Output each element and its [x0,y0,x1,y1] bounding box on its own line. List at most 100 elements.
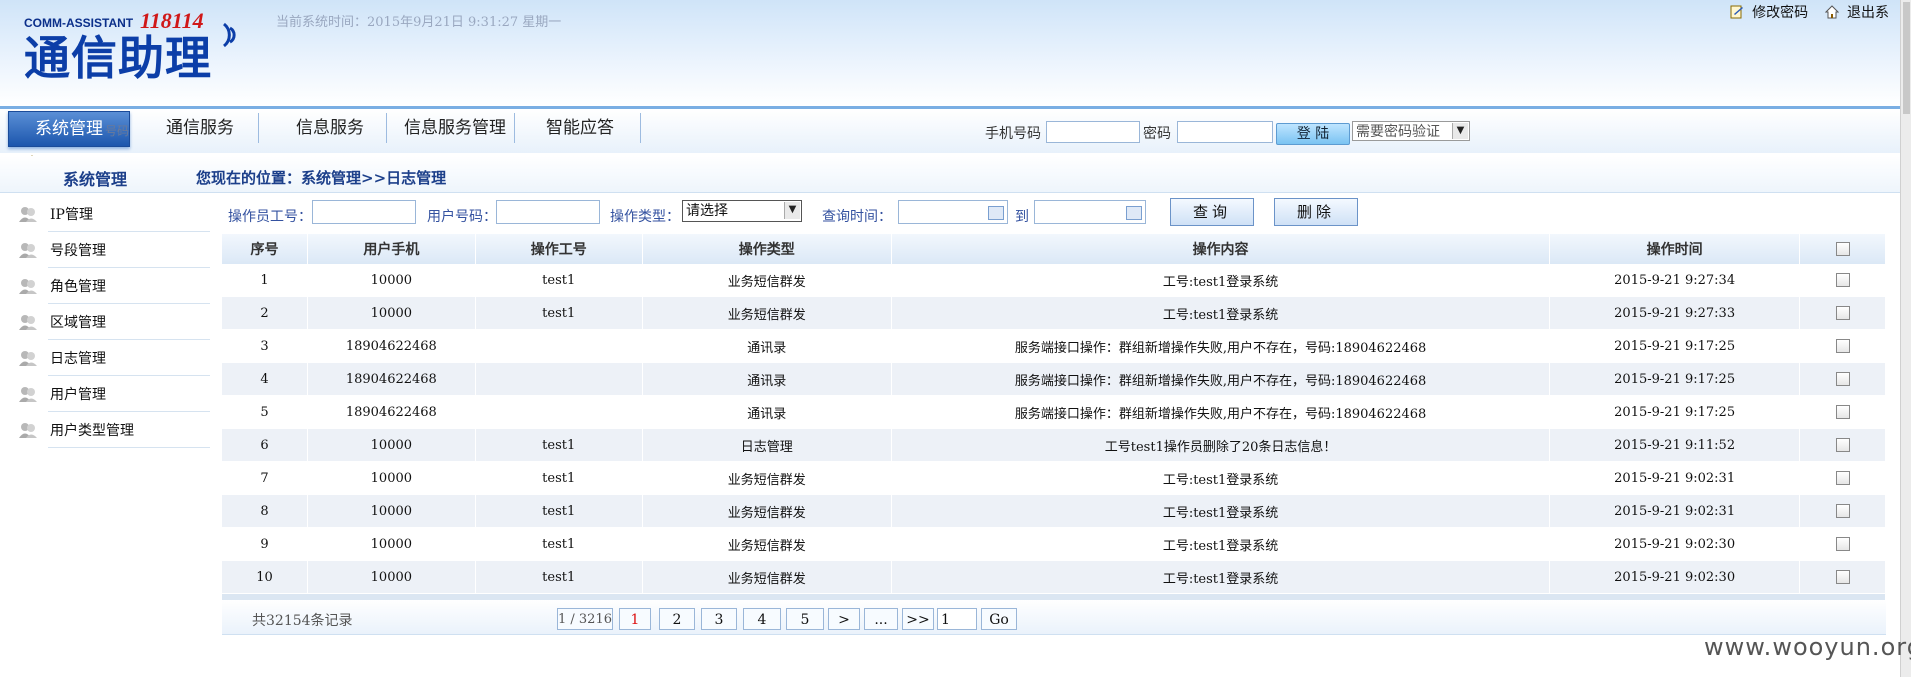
row-checkbox[interactable] [1835,537,1850,551]
op-type-label: 操作类型： [610,209,680,225]
row-checkbox[interactable] [1835,504,1850,518]
page-number-input[interactable]: 1 [937,608,977,630]
table-cell: 10000 [307,428,476,462]
table-cell: 2015-9-21 9:02:31 [1549,461,1801,495]
table-cell: 工号:test1登录系统 [891,264,1551,297]
row-checkbox[interactable] [1835,471,1850,485]
page-1-button[interactable]: 1 [619,608,651,630]
page-4-button[interactable]: 4 [743,608,781,630]
tab-info-service[interactable]: 信息服务 [280,111,380,145]
last-page-button[interactable]: >> [902,608,934,630]
section-title: 系统管理 [63,170,128,189]
op-type-select[interactable]: 请选择 ▼ [682,200,802,222]
calendar-icon[interactable] [1126,206,1142,220]
table-cell: 工号:test1登录系统 [891,527,1551,561]
sidebar-item-label: 日志管理 [50,351,106,367]
table-cell: 10000 [307,527,476,561]
start-date-input[interactable] [898,200,1008,224]
row-checkbox[interactable] [1835,273,1850,287]
op-type-value: 请选择 [686,203,728,219]
row-checkbox[interactable] [1835,405,1850,419]
page-info: 1 / 3216 [557,608,613,630]
select-all-checkbox[interactable] [1835,242,1850,256]
page-2-button[interactable]: 2 [659,608,695,630]
vertical-scrollbar[interactable] [1900,0,1911,677]
system-time: 当前系统时间：2015年9月21日 9:31:27 星期一 [276,15,562,30]
page-3-button[interactable]: 3 [701,608,737,630]
table-row: 2 10000 test1 业务短信群发 工号:test1登录系统 2015-9-21 9… [222,296,1886,330]
table-cell: 2015-9-21 9:02:31 [1549,494,1801,528]
scrollbar-thumb[interactable] [1903,2,1910,114]
table-cell: 2015-9-21 9:27:34 [1549,264,1801,297]
table-cell: 1 [222,264,308,297]
query-button[interactable]: 查询 [1170,198,1254,226]
table-cell: test1 [475,264,643,297]
sidebar-item[interactable]: 用户管理 [19,376,210,412]
user-phone-input[interactable] [496,200,600,224]
table-cell: 工号:test1登录系统 [891,494,1551,528]
change-password-link[interactable]: 修改密码 [1730,2,1808,22]
table-cell: 2015-9-21 9:27:33 [1549,296,1801,330]
sidebar-item[interactable]: IP管理 [19,196,210,232]
table-cell: test1 [475,560,643,594]
table-cell: 业务短信群发 [642,560,892,594]
page-5-button[interactable]: 5 [786,608,824,630]
go-button[interactable]: Go [981,608,1017,630]
tab-label: 信息服务 [296,118,364,138]
calendar-icon[interactable] [988,206,1004,220]
tab-smart-reply[interactable]: 智能应答 [530,111,630,145]
row-select-cell [1799,527,1886,561]
logout-link[interactable]: 退出系 [1824,2,1889,22]
row-select-cell [1799,264,1886,297]
verify-select[interactable]: 需要密码验证 ▼ [1352,121,1470,141]
row-checkbox[interactable] [1835,339,1850,353]
row-checkbox[interactable] [1835,306,1850,320]
sidebar-item-label: IP管理 [50,207,93,223]
users-icon [19,243,37,258]
tab-divider [386,113,387,143]
table-cell: 服务端接口操作：群组新增操作失败,用户不存在，号码:18904622468 [891,329,1551,363]
table-cell: test1 [475,428,643,462]
row-checkbox[interactable] [1835,438,1850,452]
tab-system-management[interactable]: 系统管理 号码登录 [8,111,130,172]
row-checkbox[interactable] [1835,570,1850,584]
password-input[interactable] [1177,121,1273,143]
chevron-down-icon: ▼ [784,202,800,219]
more-pages-button[interactable]: ... [864,608,898,630]
phone-label: 手机号码 [985,126,1041,142]
sidebar-item[interactable]: 号段管理 [19,232,210,268]
column-header: 操作内容 [891,234,1551,264]
table-cell: 工号:test1登录系统 [891,296,1551,330]
sidebar-item-label: 角色管理 [50,279,106,295]
user-phone-label: 用户号码： [427,209,497,225]
table-cell: 18904622468 [307,395,476,429]
users-icon [19,315,37,330]
row-select-cell [1799,428,1886,462]
table-cell: 业务短信群发 [642,264,892,297]
sidebar-item[interactable]: 区域管理 [19,304,210,340]
password-label: 密码 [1143,126,1171,142]
table-cell: 10 [222,560,308,594]
table-cell: 5 [222,395,308,429]
table-cell: 工号:test1登录系统 [891,461,1551,495]
row-checkbox[interactable] [1835,372,1850,386]
tab-label: 系统管理 [35,119,103,139]
sidebar-item[interactable]: 用户类型管理 [19,412,210,448]
table-cell: 18904622468 [307,362,476,396]
delete-button[interactable]: 删除 [1274,198,1358,226]
next-page-button[interactable]: > [828,608,860,630]
table-cell: 7 [222,461,308,495]
login-button[interactable]: 登 陆 [1276,123,1350,145]
end-date-input[interactable] [1034,200,1146,224]
tab-info-service-management[interactable]: 信息服务管理 [396,111,514,145]
verify-select-value: 需要密码验证 [1356,124,1440,140]
operator-id-input[interactable] [312,200,416,224]
table-cell: 2015-9-21 9:11:52 [1549,428,1801,462]
sidebar-item[interactable]: 日志管理 [19,340,210,376]
table-cell: 10000 [307,461,476,495]
sidebar-item[interactable]: 角色管理 [19,268,210,304]
phone-input[interactable] [1046,121,1140,143]
tab-communication-service[interactable]: 通信服务 [150,111,250,145]
users-icon [19,351,37,366]
main-nav: 系统管理 号码登录 通信服务 信息服务 信息服务管理 智能应答 [0,106,1900,172]
